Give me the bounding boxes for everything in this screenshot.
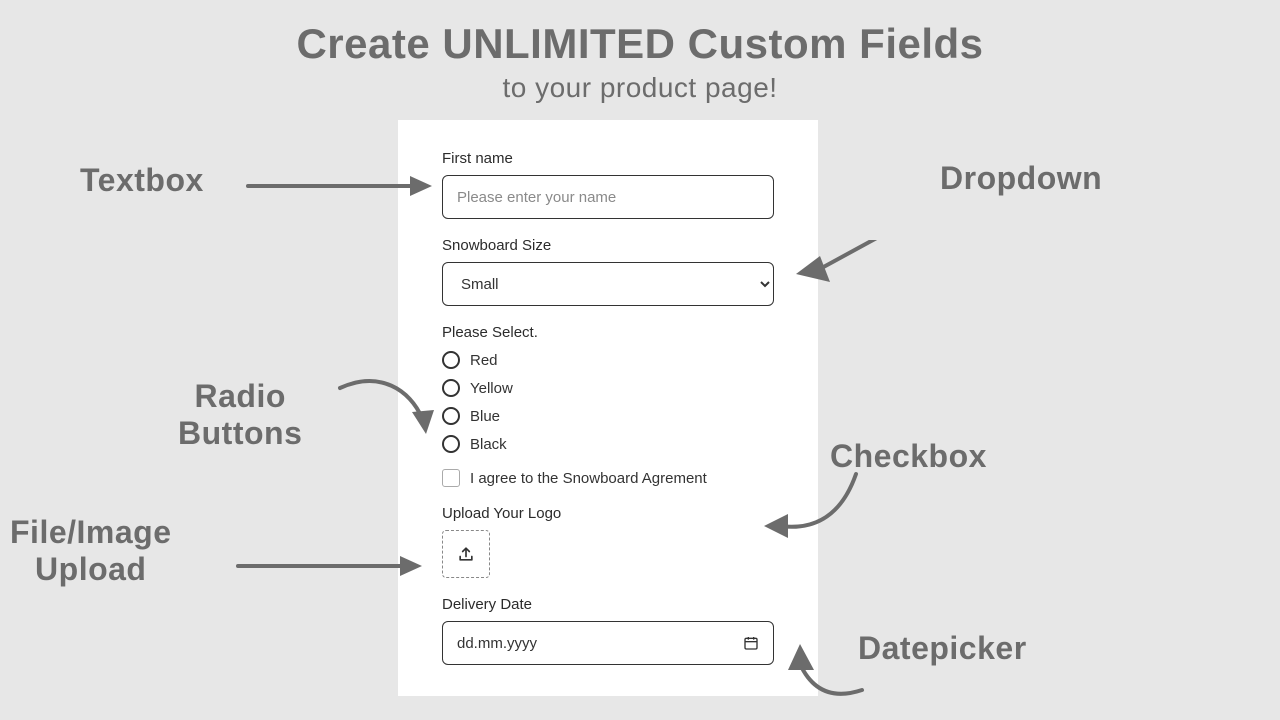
radio-label-blue: Blue [470, 408, 500, 425]
callout-radio: Radio Buttons [178, 378, 302, 452]
callout-dropdown: Dropdown [940, 160, 1102, 197]
radio-yellow[interactable] [442, 379, 460, 397]
radio-row-black[interactable]: Black [442, 435, 774, 453]
radio-label-yellow: Yellow [470, 380, 513, 397]
callout-textbox: Textbox [80, 162, 204, 199]
size-select[interactable]: Small [442, 262, 774, 306]
calendar-icon [743, 635, 759, 651]
form-card: First name Snowboard Size Small Please S… [398, 120, 818, 696]
radio-blue[interactable] [442, 407, 460, 425]
page-title: Create UNLIMITED Custom Fields [0, 0, 1280, 68]
size-label: Snowboard Size [442, 237, 774, 254]
radio-row-yellow[interactable]: Yellow [442, 379, 774, 397]
radio-group-label: Please Select. [442, 324, 774, 341]
date-input[interactable]: dd.mm.yyyy [442, 621, 774, 665]
agree-label: I agree to the Snowboard Agrement [470, 470, 707, 487]
callout-datepicker: Datepicker [858, 630, 1027, 667]
callout-upload: File/Image Upload [10, 514, 172, 588]
upload-button[interactable] [442, 530, 490, 578]
upload-icon [456, 544, 476, 564]
upload-label: Upload Your Logo [442, 505, 774, 522]
radio-red[interactable] [442, 351, 460, 369]
radio-black[interactable] [442, 435, 460, 453]
radio-label-red: Red [470, 352, 498, 369]
callout-checkbox: Checkbox [830, 438, 987, 475]
first-name-label: First name [442, 150, 774, 167]
agree-row[interactable]: I agree to the Snowboard Agrement [442, 469, 774, 487]
radio-row-red[interactable]: Red [442, 351, 774, 369]
agree-checkbox[interactable] [442, 469, 460, 487]
date-placeholder: dd.mm.yyyy [457, 635, 537, 652]
page-subtitle: to your product page! [0, 72, 1280, 104]
date-label: Delivery Date [442, 596, 774, 613]
radio-row-blue[interactable]: Blue [442, 407, 774, 425]
radio-label-black: Black [470, 436, 507, 453]
first-name-input[interactable] [442, 175, 774, 219]
